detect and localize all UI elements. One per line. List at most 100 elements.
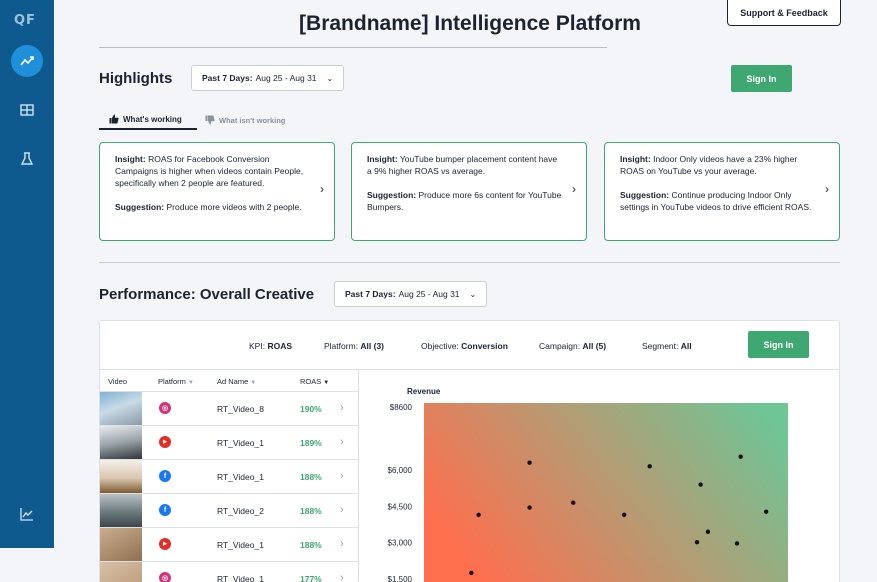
facebook-icon: f xyxy=(159,504,171,516)
thumbs-down-icon xyxy=(205,115,215,125)
roas-value: 188% xyxy=(300,540,322,550)
nav-dashboard-button[interactable] xyxy=(11,45,43,77)
table-row[interactable]: ▶ RT_Video_1 188% › xyxy=(100,528,359,562)
chevron-down-icon: ⌄ xyxy=(469,289,477,299)
ad-name: RT_Video_8 xyxy=(217,404,264,414)
performance-date-select[interactable]: Past 7 Days: Aug 25 - Aug 31 ⌄ xyxy=(334,281,488,307)
scatter-point[interactable] xyxy=(698,482,703,487)
tab-label: What's working xyxy=(123,114,182,124)
app-logo: QF xyxy=(14,13,36,28)
page-title: [Brandname] Intelligence Platform xyxy=(299,12,641,35)
insight-card[interactable]: Insight: YouTube bumper placement conten… xyxy=(351,142,587,241)
nav-lab-button[interactable] xyxy=(11,143,43,175)
table-header: Video Platform ▼ Ad Name ▼ ROAS ▼ xyxy=(100,370,359,392)
tab-label: What isn't working xyxy=(219,115,286,125)
performance-sign-in-button[interactable]: Sign In xyxy=(748,331,809,358)
ad-name: RT_Video_1 xyxy=(217,472,264,482)
chevron-right-icon: › xyxy=(340,504,344,516)
date-range: Aug 25 - Aug 31 xyxy=(255,73,317,83)
chevron-right-icon: › xyxy=(340,572,344,582)
scatter-point[interactable] xyxy=(527,460,532,465)
creative-table: Video Platform ▼ Ad Name ▼ ROAS ▼ ◎ RT_Video… xyxy=(100,370,359,582)
scatter-plot: Revenue $8600 $6,000 $4,500 $3,000 $1,500 xyxy=(388,387,788,582)
revenue-scatter-chart: Revenue $8600 $6,000 $4,500 $3,000 $1,500 xyxy=(360,370,839,582)
column-platform[interactable]: Platform ▼ xyxy=(158,377,194,386)
filter-segment[interactable]: Segment: All xyxy=(642,341,692,351)
filter-kpi[interactable]: KPI: ROAS xyxy=(249,341,292,351)
filter-platform[interactable]: Platform: All (3) xyxy=(324,341,384,351)
chevron-right-icon: › xyxy=(340,538,344,550)
chevron-right-icon: › xyxy=(825,182,829,196)
table-row[interactable]: ◎ RT_Video_1 177% › xyxy=(100,562,359,582)
y-tick-label: $3,000 xyxy=(388,539,413,548)
roas-value: 190% xyxy=(300,404,322,414)
video-thumbnail[interactable] xyxy=(100,528,142,561)
roas-value: 189% xyxy=(300,438,322,448)
table-row[interactable]: f RT_Video_2 188% › xyxy=(100,494,359,528)
video-thumbnail[interactable] xyxy=(100,392,142,425)
chart-line-icon xyxy=(20,56,34,66)
filter-bar: KPI: ROAS Platform: All (3) Objective: C… xyxy=(100,321,839,370)
video-thumbnail[interactable] xyxy=(100,562,142,582)
scatter-point[interactable] xyxy=(476,512,481,518)
nav-trends-button[interactable] xyxy=(11,498,43,530)
scatter-point[interactable] xyxy=(763,509,769,514)
insight-text: Insight: ROAS for Facebook Conversion Ca… xyxy=(115,154,304,188)
scatter-point[interactable] xyxy=(705,529,711,534)
plot-area xyxy=(424,403,788,582)
scatter-point[interactable] xyxy=(622,512,627,518)
scatter-point[interactable] xyxy=(469,570,474,576)
video-thumbnail[interactable] xyxy=(100,494,142,527)
date-range: Aug 25 - Aug 31 xyxy=(398,289,460,299)
tab-whats-working[interactable]: What's working xyxy=(99,110,197,130)
column-ad-name[interactable]: Ad Name ▼ xyxy=(217,377,256,386)
scatter-point[interactable] xyxy=(571,500,576,505)
ad-name: RT_Video_2 xyxy=(217,506,264,516)
ad-name: RT_Video_1 xyxy=(217,540,264,550)
scatter-point[interactable] xyxy=(647,464,652,469)
highlights-title: Highlights xyxy=(99,70,173,87)
instagram-icon: ◎ xyxy=(159,572,171,582)
flask-icon xyxy=(20,152,34,165)
chevron-right-icon: › xyxy=(340,402,344,414)
highlights-sign-in-button[interactable]: Sign In xyxy=(731,65,792,92)
performance-panel: KPI: ROAS Platform: All (3) Objective: C… xyxy=(99,320,840,582)
instagram-icon: ◎ xyxy=(159,402,171,414)
title-divider xyxy=(99,47,607,48)
insight-text: Insight: YouTube bumper placement conten… xyxy=(367,154,558,176)
video-thumbnail[interactable] xyxy=(100,426,142,459)
suggestion-text: Suggestion: Continue producing Indoor On… xyxy=(620,190,812,212)
insight-card[interactable]: Insight: ROAS for Facebook Conversion Ca… xyxy=(99,142,335,241)
youtube-icon: ▶ xyxy=(159,538,171,550)
support-feedback-button[interactable]: Support & Feedback xyxy=(727,0,841,26)
table-row[interactable]: f RT_Video_1 188% › xyxy=(100,460,359,494)
insight-card[interactable]: Insight: Indoor Only videos have a 23% h… xyxy=(604,142,840,241)
table-row[interactable]: ▶ RT_Video_1 189% › xyxy=(100,426,359,460)
roas-value: 188% xyxy=(300,506,322,516)
scatter-point[interactable] xyxy=(738,454,743,459)
sort-caret-icon: ▼ xyxy=(250,380,257,386)
tab-whats-not-working[interactable]: What isn't working xyxy=(205,110,285,130)
y-tick-label: $6,000 xyxy=(388,466,413,475)
date-prefix: Past 7 Days: xyxy=(345,289,396,299)
suggestion-text: Suggestion: Produce more videos with 2 p… xyxy=(115,202,302,212)
ad-name: RT_Video_1 xyxy=(217,574,264,582)
scatter-point[interactable] xyxy=(734,541,740,546)
sort-caret-icon: ▼ xyxy=(323,380,330,386)
section-divider xyxy=(99,262,840,263)
chevron-right-icon: › xyxy=(320,182,324,196)
column-video[interactable]: Video xyxy=(108,377,127,386)
filter-objective[interactable]: Objective: Conversion xyxy=(421,341,508,351)
filter-campaign[interactable]: Campaign: All (5) xyxy=(539,341,606,351)
table-row[interactable]: ◎ RT_Video_8 190% › xyxy=(100,392,359,426)
chevron-right-icon: › xyxy=(572,182,576,196)
video-thumbnail[interactable] xyxy=(100,460,142,493)
highlights-date-select[interactable]: Past 7 Days: Aug 25 - Aug 31 ⌄ xyxy=(191,65,345,91)
scatter-point[interactable] xyxy=(694,539,700,545)
roas-value: 188% xyxy=(300,472,322,482)
performance-title: Performance: Overall Creative xyxy=(99,286,315,303)
nav-table-button[interactable] xyxy=(11,94,43,126)
column-roas[interactable]: ROAS ▼ xyxy=(300,377,329,386)
thumbs-up-icon xyxy=(109,114,119,124)
scatter-point[interactable] xyxy=(527,505,532,510)
